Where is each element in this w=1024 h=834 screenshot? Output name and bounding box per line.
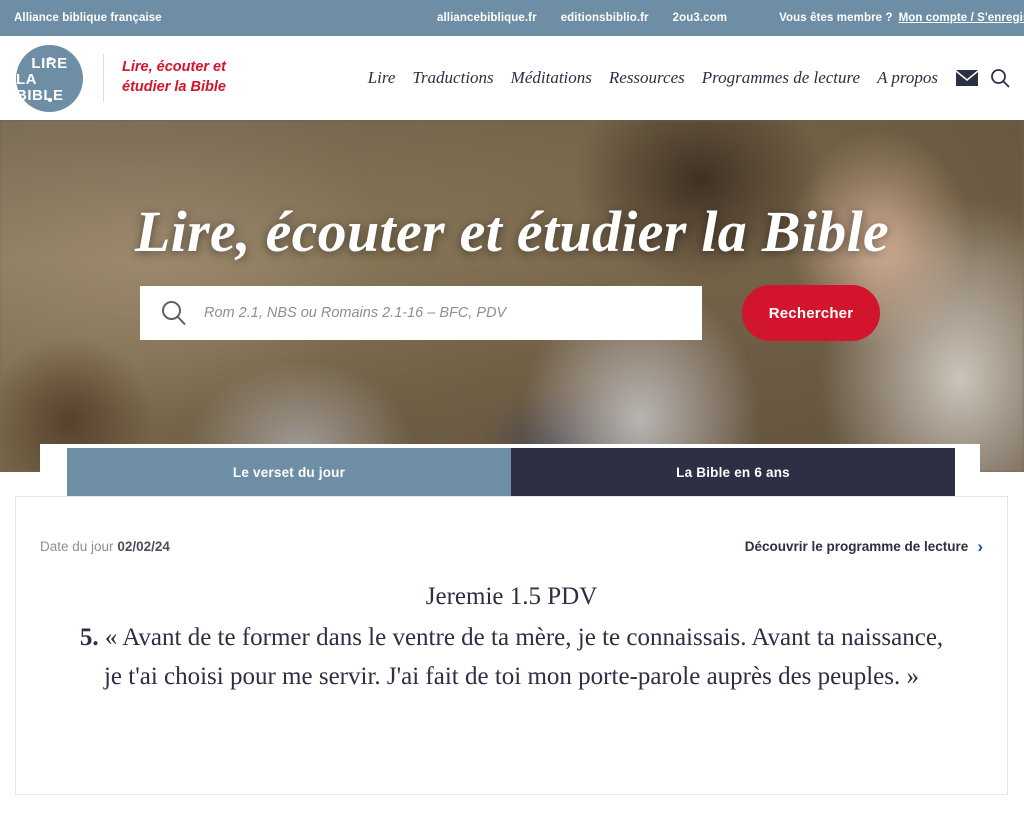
site-header: LIRE LA BIBLE Lire, écouter et étudier l… — [0, 36, 1024, 120]
tab-la-bible-en-6-ans[interactable]: La Bible en 6 ans — [511, 448, 955, 496]
discover-reading-program-link[interactable]: Découvrir le programme de lecture › — [745, 538, 983, 555]
external-link-alliancebiblique[interactable]: alliancebiblique.fr — [437, 12, 537, 24]
verse-number: 5. — [79, 623, 99, 651]
current-date: Date du jour 02/02/24 — [40, 539, 170, 554]
nav-item-traductions[interactable]: Traductions — [412, 68, 493, 88]
tab-bar: Le verset du jour La Bible en 6 ans — [67, 448, 955, 496]
nav-item-ressources[interactable]: Ressources — [609, 68, 685, 88]
search-input[interactable] — [204, 305, 702, 321]
nav-item-a-propos[interactable]: A propos — [877, 68, 938, 88]
logo-dot-top-icon — [47, 56, 52, 61]
magnifier-icon — [160, 299, 188, 327]
verse-reference: Jeremie 1.5 PDV — [425, 583, 598, 610]
account-register-link[interactable]: Mon compte / S'enregistrer — [899, 12, 1024, 24]
hero-title: Lire, écouter et étudier la Bible — [134, 199, 890, 264]
discover-reading-program-label: Découvrir le programme de lecture — [744, 539, 969, 554]
hero-banner: Lire, écouter et étudier la Bible Recher… — [0, 120, 1024, 472]
utility-links-group: alliancebiblique.fr editionsbiblio.fr 2o… — [437, 12, 1024, 24]
verse-block: Jeremie 1.5 PDV 5. « Avant de te former … — [40, 581, 983, 696]
nav-item-meditations[interactable]: Méditations — [511, 68, 592, 88]
member-question-label: Vous êtes membre ? — [779, 12, 893, 24]
tab-le-verset-du-jour[interactable]: Le verset du jour — [67, 448, 511, 496]
organisation-name: Alliance biblique française — [14, 12, 162, 24]
search-icon[interactable] — [990, 68, 1010, 88]
verse-of-the-day-card: Date du jour 02/02/24 Découvrir le progr… — [15, 496, 1008, 795]
external-link-editionsbiblio[interactable]: editionsbiblio.fr — [561, 12, 649, 24]
date-label-text: Date du jour — [40, 539, 114, 554]
chevron-right-icon: › — [977, 537, 983, 556]
site-logo[interactable]: LIRE LA BIBLE Lire, écouter et étudier l… — [0, 44, 226, 112]
external-link-2ou3[interactable]: 2ou3.com — [673, 12, 727, 24]
card-header-row: Date du jour 02/02/24 Découvrir le progr… — [40, 497, 983, 555]
search-box[interactable] — [140, 286, 702, 340]
date-value: 02/02/24 — [117, 539, 170, 554]
nav-item-lire[interactable]: Lire — [368, 68, 396, 88]
hero-search-row: Rechercher — [140, 285, 880, 341]
verse-text: « Avant de te former dans le ventre de t… — [103, 623, 944, 690]
nav-item-programmes-de-lecture[interactable]: Programmes de lecture — [702, 68, 860, 88]
search-submit-button[interactable]: Rechercher — [742, 285, 880, 341]
header-icon-group — [956, 68, 1010, 88]
site-tagline: Lire, écouter et étudier la Bible — [122, 59, 226, 95]
verse-body: 5. « Avant de te former dans le ventre d… — [40, 618, 983, 696]
logo-divider — [103, 54, 104, 102]
main-navigation: Lire Traductions Méditations Ressources … — [351, 68, 1010, 88]
tabs-container: Le verset du jour La Bible en 6 ans — [0, 448, 1024, 496]
logo-dot-bottom-icon — [47, 97, 52, 102]
envelope-icon[interactable] — [956, 70, 978, 86]
utility-top-bar: Alliance biblique française alliancebibl… — [0, 0, 1024, 36]
logo-circle-mark[interactable]: LIRE LA BIBLE — [16, 44, 83, 112]
